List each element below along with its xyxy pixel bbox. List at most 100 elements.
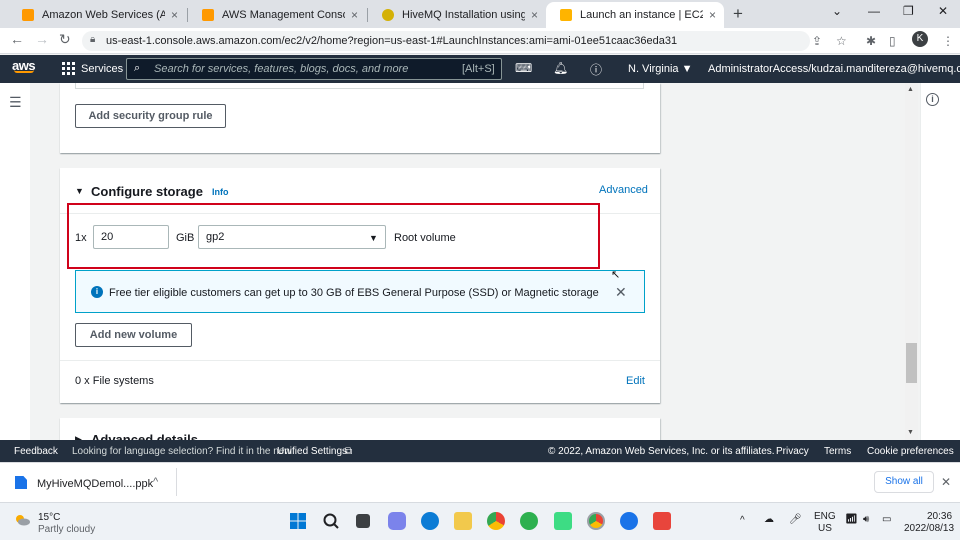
edge-browser-icon[interactable] bbox=[421, 512, 439, 530]
wifi-icon[interactable]: 📶︎ bbox=[845, 514, 858, 525]
volume-icon[interactable]: 🔊︎ bbox=[863, 514, 869, 525]
hivemq-favicon-icon bbox=[382, 9, 394, 21]
page-scrollbar[interactable] bbox=[905, 83, 918, 440]
feedback-link[interactable]: Feedback bbox=[14, 446, 58, 457]
chrome-icon[interactable] bbox=[487, 512, 505, 530]
advanced-details-card: ▶ Advanced details bbox=[60, 418, 660, 440]
file-systems-edit-link[interactable]: Edit bbox=[626, 375, 645, 387]
terms-link[interactable]: Terms bbox=[824, 446, 851, 457]
ec2-favicon-icon bbox=[560, 9, 572, 21]
search-icon[interactable] bbox=[322, 512, 340, 530]
microphone-icon[interactable]: 🎤︎ bbox=[789, 514, 802, 525]
locale-indicator[interactable]: US bbox=[818, 523, 832, 534]
dismiss-alert-close-icon[interactable]: ✕ bbox=[615, 284, 627, 301]
language-prompt-text: Looking for language selection? Find it … bbox=[72, 446, 292, 457]
hamburger-menu-icon[interactable]: ☰ bbox=[9, 94, 22, 111]
browser-menu-icon[interactable]: ⋮ bbox=[942, 34, 954, 48]
search-icon: ⌕ bbox=[134, 62, 141, 74]
help-panel-rail bbox=[920, 83, 960, 440]
scroll-down-arrow-icon[interactable]: ▼ bbox=[907, 429, 914, 436]
close-tab-icon[interactable]: × bbox=[709, 8, 716, 22]
weather-description[interactable]: Partly cloudy bbox=[38, 524, 95, 535]
scroll-up-arrow-icon[interactable]: ▲ bbox=[907, 86, 914, 93]
tab-search-icon[interactable]: ⌄ bbox=[832, 4, 842, 18]
storage-advanced-link[interactable]: Advanced bbox=[599, 184, 648, 196]
scrollbar-thumb[interactable] bbox=[906, 343, 917, 383]
chrome-active-icon[interactable] bbox=[587, 512, 605, 530]
minimize-icon[interactable]: — bbox=[868, 4, 880, 18]
download-divider bbox=[176, 468, 177, 496]
lock-icon[interactable]: 🔒︎ bbox=[90, 34, 95, 45]
mouse-pointer-icon: ↖ bbox=[611, 269, 621, 281]
help-panel-info-icon[interactable]: i bbox=[926, 93, 939, 106]
share-icon[interactable]: ⇪ bbox=[812, 34, 822, 48]
services-grid-icon[interactable] bbox=[62, 62, 75, 75]
url-text: us-east-1.console.aws.amazon.com/ec2/v2/… bbox=[106, 35, 678, 47]
browser-tab-hivemq-installation[interactable]: HiveMQ Installation using Amaz × bbox=[368, 2, 546, 28]
extensions-icon[interactable]: ✱ bbox=[866, 34, 876, 48]
file-explorer-icon[interactable] bbox=[454, 512, 472, 530]
clock-date[interactable]: 2022/08/13 bbox=[904, 523, 954, 534]
side-panel-icon[interactable]: ▯ bbox=[889, 34, 896, 48]
privacy-link[interactable]: Privacy bbox=[776, 446, 809, 457]
recorder-app-icon[interactable] bbox=[653, 512, 671, 530]
evernote-icon[interactable] bbox=[520, 512, 538, 530]
console-footer: Feedback Looking for language selection?… bbox=[0, 440, 960, 462]
onedrive-cloud-icon[interactable]: ☁ bbox=[764, 514, 774, 525]
external-link-icon: ⧉ bbox=[345, 446, 353, 457]
browser-tab-aws-home[interactable]: Amazon Web Services (AWS) × bbox=[8, 2, 186, 28]
advanced-details-heading[interactable]: Advanced details bbox=[91, 432, 198, 440]
back-icon[interactable]: ← bbox=[10, 31, 24, 47]
file-systems-count: 0 x File systems bbox=[75, 375, 154, 387]
unified-settings-link[interactable]: Unified Settings bbox=[277, 446, 347, 457]
add-new-volume-button[interactable]: Add new volume bbox=[75, 323, 192, 347]
camtasia-icon[interactable] bbox=[554, 512, 572, 530]
info-icon: i bbox=[91, 286, 103, 298]
reload-icon[interactable]: ↻ bbox=[59, 31, 71, 48]
region-selector[interactable]: N. Virginia ▼ bbox=[628, 63, 693, 75]
aws-logo-smile-icon bbox=[14, 70, 34, 73]
cookie-preferences-link[interactable]: Cookie preferences bbox=[867, 446, 954, 457]
account-menu[interactable]: AdministratorAccess/kudzai.manditereza@h… bbox=[708, 63, 960, 75]
browser-tab-management-console[interactable]: AWS Management Console × bbox=[188, 2, 366, 28]
file-systems-divider bbox=[60, 360, 660, 361]
language-indicator[interactable]: ENG bbox=[814, 511, 836, 522]
search-placeholder: Search for services, features, blogs, do… bbox=[154, 63, 409, 75]
close-tab-icon[interactable]: × bbox=[171, 8, 178, 22]
weather-temperature[interactable]: 15°C bbox=[38, 512, 60, 523]
task-view-icon[interactable] bbox=[356, 514, 370, 528]
teams-chat-icon[interactable] bbox=[388, 512, 406, 530]
windows-start-icon[interactable] bbox=[289, 512, 307, 530]
audio-app-icon[interactable] bbox=[620, 512, 638, 530]
show-all-downloads-button[interactable]: Show all bbox=[874, 471, 934, 493]
search-shortcut-hint: [Alt+S] bbox=[462, 63, 495, 75]
browser-tab-launch-instance[interactable]: Launch an instance | EC2 Manag × bbox=[546, 2, 724, 28]
close-download-bar-icon[interactable]: ✕ bbox=[941, 475, 951, 489]
new-tab-button[interactable]: + bbox=[733, 4, 743, 24]
storage-info-link[interactable]: Info bbox=[212, 187, 229, 197]
download-options-chevron-icon[interactable]: ^ bbox=[153, 476, 158, 488]
collapse-caret-icon[interactable]: ▼ bbox=[75, 186, 84, 196]
restore-icon[interactable]: ❐ bbox=[903, 4, 914, 18]
cloudshell-icon[interactable]: ⌨ bbox=[515, 61, 532, 75]
forward-icon[interactable]: → bbox=[35, 31, 49, 47]
close-tab-icon[interactable]: × bbox=[351, 8, 358, 22]
help-icon[interactable]: ⓘ bbox=[590, 61, 602, 78]
close-window-icon[interactable]: ✕ bbox=[938, 4, 948, 18]
profile-avatar[interactable]: K bbox=[912, 31, 928, 47]
configure-storage-heading: Configure storage bbox=[91, 184, 203, 199]
show-hidden-icons-chevron-icon[interactable]: ^ bbox=[740, 515, 745, 526]
services-menu-button[interactable]: Services bbox=[81, 63, 123, 75]
close-tab-icon[interactable]: × bbox=[531, 8, 538, 22]
clock-time[interactable]: 20:36 bbox=[927, 511, 952, 522]
free-tier-alert-text: Free tier eligible customers can get up … bbox=[109, 287, 599, 299]
add-security-group-rule-button[interactable]: Add security group rule bbox=[75, 104, 226, 128]
notifications-bell-icon[interactable]: 🔔︎ bbox=[553, 61, 568, 75]
partly-cloudy-icon[interactable] bbox=[14, 514, 30, 526]
copyright-text: © 2022, Amazon Web Services, Inc. or its… bbox=[548, 446, 775, 457]
bookmark-star-icon[interactable]: ☆ bbox=[836, 34, 847, 48]
download-filename[interactable]: MyHiveMQDemol....ppk bbox=[37, 478, 153, 490]
battery-icon[interactable]: ▭ bbox=[882, 514, 891, 525]
file-icon bbox=[15, 476, 27, 489]
aws-favicon-icon bbox=[202, 9, 214, 21]
